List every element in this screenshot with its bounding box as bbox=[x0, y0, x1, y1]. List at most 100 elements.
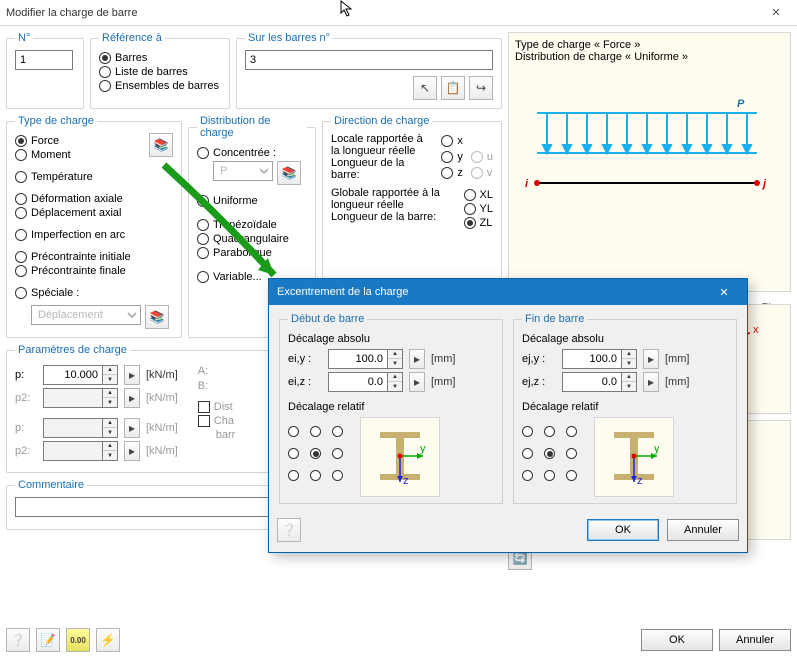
eiy-input[interactable] bbox=[328, 349, 388, 369]
eiz-unit: [mm] bbox=[431, 376, 455, 388]
ejy-label: ej,y : bbox=[522, 353, 556, 365]
p4-spinner: ▲▼ bbox=[103, 441, 118, 461]
ref-opt-barres[interactable]: Barres bbox=[99, 52, 221, 64]
dist-parabolic[interactable]: Parabolique bbox=[197, 247, 307, 259]
dir-xl[interactable]: XL bbox=[464, 189, 493, 201]
svg-text:y: y bbox=[654, 443, 660, 455]
ejz-label: ej,z : bbox=[522, 376, 556, 388]
loadtype-force[interactable]: Force bbox=[15, 135, 131, 147]
footer-cancel-button[interactable]: Annuler bbox=[719, 629, 791, 651]
dist-uniform[interactable]: Uniforme bbox=[197, 195, 307, 207]
footer-ok-button[interactable]: OK bbox=[641, 629, 713, 651]
number-input[interactable] bbox=[15, 50, 73, 70]
section-preview-start: y z bbox=[360, 417, 440, 497]
dir-y[interactable]: y bbox=[441, 151, 463, 163]
dir-global-hdr: Globale rapportée à la longueur réelle bbox=[331, 187, 456, 211]
ejz-spinner[interactable]: ▲▼ bbox=[622, 372, 637, 392]
p3-input bbox=[43, 418, 103, 438]
ejy-spinner[interactable]: ▲▼ bbox=[622, 349, 637, 369]
eiy-spinner[interactable]: ▲▼ bbox=[388, 349, 403, 369]
titlebar: Modifier la charge de barre ✕ bbox=[0, 0, 797, 26]
dir-zl[interactable]: ZL bbox=[464, 217, 493, 229]
ejz-input[interactable] bbox=[562, 372, 622, 392]
group-reference-legend: Référence à bbox=[99, 32, 165, 44]
dist-concentrated[interactable]: Concentrée : bbox=[197, 147, 307, 159]
loadtype-precontrainte-fin[interactable]: Précontrainte finale bbox=[15, 265, 131, 277]
group-start-legend: Début de barre bbox=[288, 313, 367, 325]
modal-close-icon[interactable]: ✕ bbox=[709, 286, 739, 299]
ejy-arrow-icon[interactable]: ▸ bbox=[643, 349, 659, 369]
pick-icon[interactable]: ↖ bbox=[413, 76, 437, 100]
concentrated-library-icon[interactable]: 📚 bbox=[277, 161, 301, 185]
eiz-input[interactable] bbox=[328, 372, 388, 392]
preview-top: Type de charge « Force » Distribution de… bbox=[508, 32, 791, 292]
ref-opt-ensembles[interactable]: Ensembles de barres bbox=[99, 80, 221, 92]
loadtype-deplacement[interactable]: Déplacement axial bbox=[15, 207, 131, 219]
group-loadtype-legend: Type de charge bbox=[15, 115, 97, 127]
dir-yl[interactable]: YL bbox=[464, 203, 493, 215]
modal-title: Excentrement de la charge bbox=[277, 286, 709, 298]
loadtype-imperfection[interactable]: Imperfection en arc bbox=[15, 229, 131, 241]
eiy-arrow-icon[interactable]: ▸ bbox=[409, 349, 425, 369]
p2-input bbox=[43, 388, 103, 408]
preview-P: P bbox=[737, 98, 745, 110]
eiz-arrow-icon[interactable]: ▸ bbox=[409, 372, 425, 392]
group-distribution-legend: Distribution de charge bbox=[197, 115, 307, 139]
ref-opt-liste[interactable]: Liste de barres bbox=[99, 66, 221, 78]
p4-arrow-icon: ▸ bbox=[124, 441, 140, 461]
special-combo: Déplacement bbox=[31, 305, 141, 325]
ejy-unit: [mm] bbox=[665, 353, 689, 365]
p-spinner[interactable]: ▲▼ bbox=[103, 365, 118, 385]
dir-z[interactable]: z bbox=[441, 167, 463, 179]
bb-help-icon[interactable]: ❔ bbox=[6, 628, 30, 652]
modal-ok-button[interactable]: OK bbox=[587, 519, 659, 541]
group-end: Fin de barre Décalage absolu ej,y : ▲▼ ▸… bbox=[513, 313, 737, 504]
svg-text:x: x bbox=[753, 324, 759, 336]
cha-sub: barr bbox=[216, 429, 236, 441]
preview-j: j bbox=[761, 178, 767, 190]
dir-u: u bbox=[471, 151, 493, 163]
p-label: p: bbox=[15, 369, 37, 381]
modal-eccentricity: Excentrement de la charge ✕ Début de bar… bbox=[268, 278, 748, 553]
close-icon[interactable]: ✕ bbox=[761, 3, 791, 23]
chk-cha: Cha bbox=[198, 415, 236, 427]
modal-cancel-button[interactable]: Annuler bbox=[667, 519, 739, 541]
special-library-icon[interactable]: 📚 bbox=[145, 305, 169, 329]
p4-unit: [kN/m] bbox=[146, 445, 178, 457]
group-bars-legend: Sur les barres n° bbox=[245, 32, 333, 44]
loadtype-deform[interactable]: Déformation axiale bbox=[15, 193, 131, 205]
p3-unit: [kN/m] bbox=[146, 422, 178, 434]
ejz-arrow-icon[interactable]: ▸ bbox=[643, 372, 659, 392]
ejy-input[interactable] bbox=[562, 349, 622, 369]
bars-input[interactable] bbox=[245, 50, 493, 70]
dir-local-hdr: Locale rapportée à la longueur réelle bbox=[331, 133, 433, 157]
dir-x[interactable]: x bbox=[441, 135, 493, 147]
rel-grid-end[interactable] bbox=[522, 426, 584, 488]
p4-input bbox=[43, 441, 103, 461]
p3-arrow-icon: ▸ bbox=[124, 418, 140, 438]
abs-legend-end: Décalage absolu bbox=[522, 333, 728, 345]
loadtype-temperature[interactable]: Température bbox=[15, 171, 131, 183]
p-arrow-icon[interactable]: ▸ bbox=[124, 365, 140, 385]
group-start: Début de barre Décalage absolu ei,y : ▲▼… bbox=[279, 313, 503, 504]
group-number-legend: N° bbox=[15, 32, 33, 44]
dist-quadrang[interactable]: Quadrangulaire bbox=[197, 233, 307, 245]
eiz-spinner[interactable]: ▲▼ bbox=[388, 372, 403, 392]
modal-titlebar: Excentrement de la charge ✕ bbox=[269, 279, 747, 305]
loadtype-library-icon[interactable]: 📚 bbox=[149, 133, 173, 157]
modal-help-icon[interactable]: ❔ bbox=[277, 518, 301, 542]
section-preview-end: y z bbox=[594, 417, 674, 497]
bb-lightning-icon[interactable]: ⚡ bbox=[96, 628, 120, 652]
loadtype-precontrainte-init[interactable]: Précontrainte initiale bbox=[15, 251, 131, 263]
dir-v: v bbox=[471, 167, 493, 179]
p-input[interactable] bbox=[43, 365, 103, 385]
bb-units-icon[interactable]: 0.00 bbox=[66, 628, 90, 652]
loadtype-special[interactable]: Spéciale : bbox=[15, 287, 131, 299]
p4-label: p2: bbox=[15, 445, 37, 457]
dist-trapez[interactable]: Trapézoïdale bbox=[197, 219, 307, 231]
apply-icon[interactable]: ↪ bbox=[469, 76, 493, 100]
list-icon[interactable]: 📋 bbox=[441, 76, 465, 100]
loadtype-moment[interactable]: Moment bbox=[15, 149, 131, 161]
rel-grid-start[interactable] bbox=[288, 426, 350, 488]
bb-edit-icon[interactable]: 📝 bbox=[36, 628, 60, 652]
